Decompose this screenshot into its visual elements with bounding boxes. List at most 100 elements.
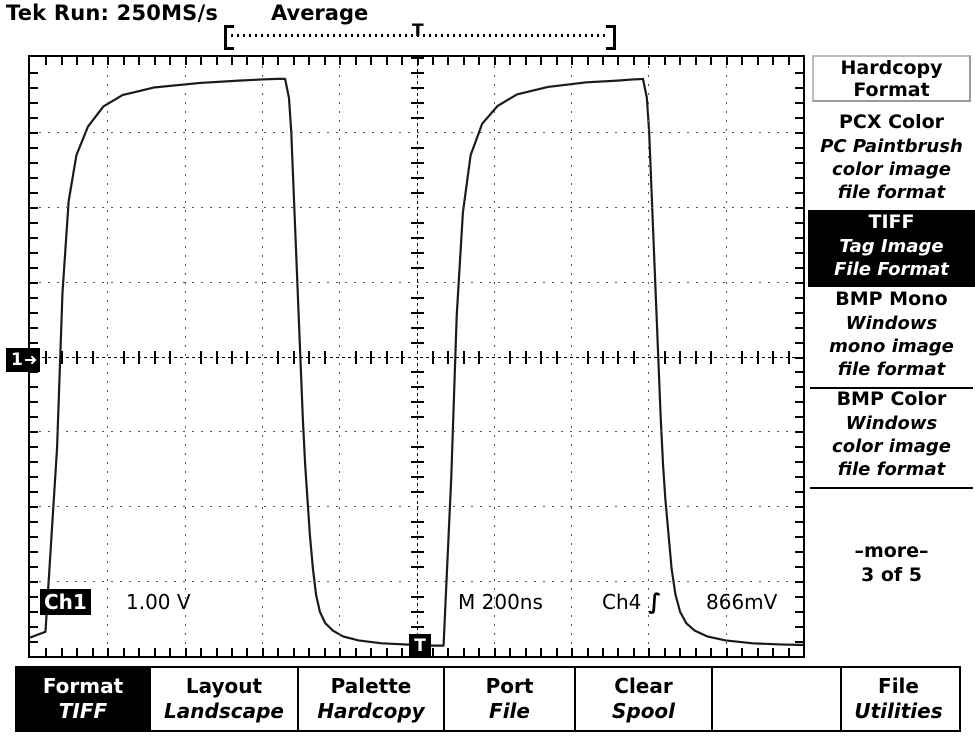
axis-tick (633, 351, 635, 364)
axis-tick (617, 351, 619, 364)
bottom-button-palette[interactable]: Palette Hardcopy (299, 668, 445, 730)
side-menu-item-label: PCX Color (838, 111, 945, 133)
edge-tick (401, 57, 403, 65)
edge-tick (107, 648, 109, 656)
edge-tick (293, 648, 295, 656)
axis-tick (138, 351, 140, 364)
axis-tick (355, 351, 357, 364)
side-menu-item-bmp-color[interactable]: BMP Color Windows color image file format (808, 387, 975, 487)
readout-trigger-source: Ch4 (602, 590, 642, 614)
status-bar: Tek Run: 250MS/s Average T (0, 0, 975, 50)
edge-tick (30, 162, 38, 164)
edge-tick (509, 648, 511, 656)
bottom-button-port[interactable]: Port File (445, 668, 576, 730)
bottom-button-empty[interactable] (713, 668, 842, 730)
edge-tick (401, 648, 403, 656)
edge-tick (30, 491, 38, 493)
axis-tick (411, 491, 424, 493)
readout-channel-label[interactable]: Ch1 (40, 589, 91, 615)
edge-tick (795, 327, 803, 329)
edge-tick (795, 536, 803, 538)
side-menu-more[interactable]: –more– 3 of 5 (808, 539, 975, 587)
bottom-button-format[interactable]: Format TIFF (17, 668, 151, 730)
side-menu-item-tiff[interactable]: TIFF Tag Image File Format (808, 210, 975, 287)
axis-tick (411, 521, 424, 523)
axis-tick (411, 117, 424, 119)
axis-tick (92, 351, 94, 364)
bottom-button-label: Port (485, 674, 534, 698)
edge-tick (587, 648, 589, 656)
axis-tick (370, 351, 372, 364)
edge-tick (30, 117, 38, 119)
menu-divider (810, 387, 973, 389)
edge-tick (795, 461, 803, 463)
edge-tick (710, 648, 712, 656)
edge-tick (795, 551, 803, 553)
edge-tick (795, 596, 803, 598)
side-menu-item-description: color image (832, 436, 951, 457)
bottom-button-label: File (878, 674, 919, 698)
waveform-graticule[interactable]: Ch1 1.00 V M 200ns Ch4 ∫ 866mV (28, 55, 805, 658)
edge-tick (788, 57, 790, 65)
edge-tick (795, 476, 803, 478)
edge-tick (494, 648, 496, 656)
edge-tick (138, 648, 140, 656)
edge-tick (571, 648, 573, 656)
side-menu-item-pcx-color[interactable]: PCX Color PC Paintbrush color image file fo… (808, 110, 975, 210)
edge-tick (741, 57, 743, 65)
side-menu-item-description: Windows (845, 313, 938, 334)
edge-tick (30, 506, 38, 508)
edge-tick (757, 648, 759, 656)
axis-tick (411, 72, 424, 74)
bottom-button-label: Layout (185, 674, 263, 698)
side-menu-item-label: BMP Mono (835, 288, 948, 310)
more-label: –more– (854, 540, 929, 562)
trigger-position-marker[interactable]: T (409, 634, 431, 658)
edge-tick (795, 491, 803, 493)
side-menu-item-description: file format (837, 359, 946, 380)
edge-tick (795, 297, 803, 299)
acquisition-window-indicator: T (224, 23, 616, 50)
edge-tick (633, 57, 635, 65)
edge-tick (386, 57, 388, 65)
axis-tick (246, 351, 248, 364)
axis-tick (231, 351, 233, 364)
edge-tick (648, 648, 650, 656)
side-menu: Hardcopy Format PCX Color PC Paintbrush co… (808, 55, 975, 658)
readout-trigger-level: 866mV (706, 590, 778, 614)
edge-tick (154, 57, 156, 65)
axis-tick (411, 566, 424, 568)
side-menu-title-line2: Format (853, 79, 930, 101)
edge-tick (447, 57, 449, 65)
edge-tick (772, 648, 774, 656)
channel-1-ground-marker[interactable]: 1 ➜ (6, 348, 41, 372)
axis-tick (664, 351, 666, 364)
axis-tick (556, 351, 558, 364)
axis-tick (411, 342, 424, 344)
edge-tick (61, 648, 63, 656)
edge-tick (45, 57, 47, 65)
edge-tick (138, 57, 140, 65)
edge-tick (525, 57, 527, 65)
edge-tick (30, 596, 38, 598)
bottom-button-layout[interactable]: Layout Landscape (151, 668, 299, 730)
edge-tick (246, 57, 248, 65)
axis-tick (200, 351, 202, 364)
edge-tick (795, 87, 803, 89)
bottom-button-file[interactable]: File Utilities (842, 668, 955, 730)
edge-tick (602, 648, 604, 656)
edge-tick (200, 57, 202, 65)
axis-tick (602, 351, 604, 364)
side-menu-item-bmp-mono[interactable]: BMP Mono Windows mono image file format (808, 287, 975, 387)
arrow-right-icon: ➜ (23, 350, 38, 369)
axis-tick (411, 222, 424, 224)
axis-tick (411, 267, 424, 269)
edge-tick (185, 57, 187, 65)
axis-tick (757, 351, 759, 364)
edge-tick (154, 648, 156, 656)
edge-tick (30, 282, 38, 284)
bottom-button-clear[interactable]: Clear Spool (576, 668, 713, 730)
axis-tick (411, 192, 424, 194)
axis-tick (695, 351, 697, 364)
edge-tick (432, 648, 434, 656)
